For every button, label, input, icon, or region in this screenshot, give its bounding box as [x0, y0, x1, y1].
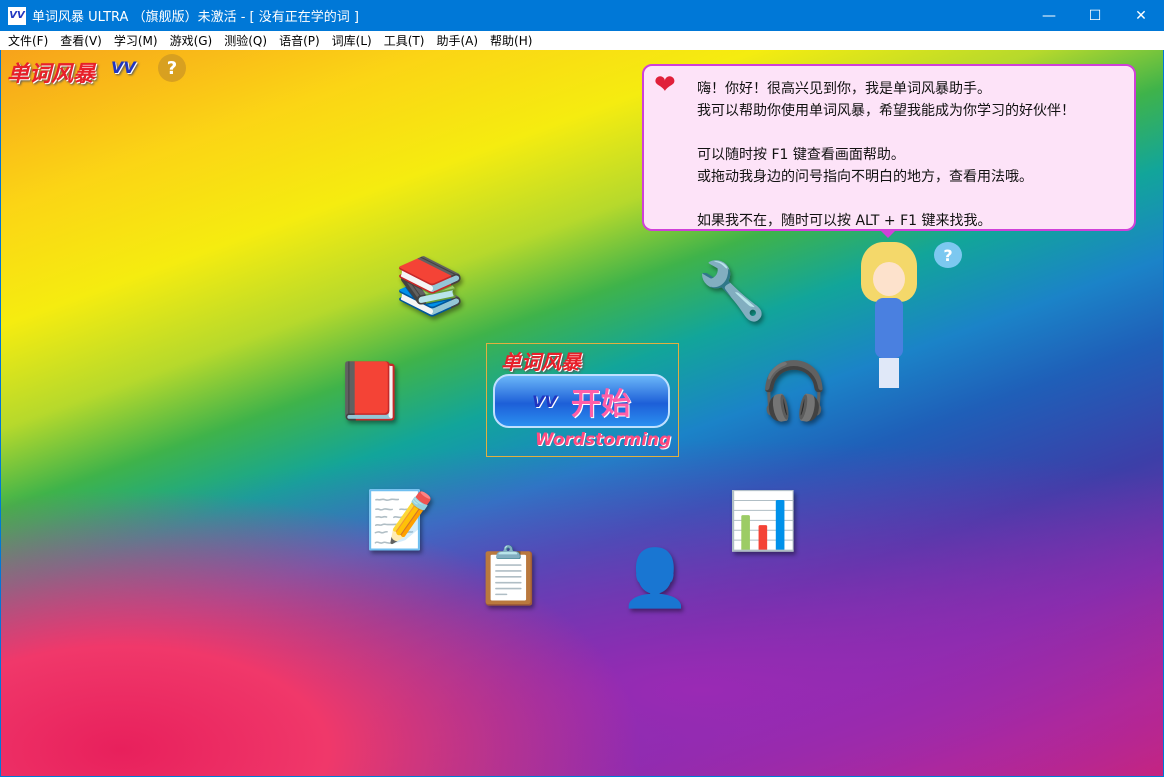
- score-report-icon[interactable]: 👤: [613, 540, 697, 616]
- menu-quiz[interactable]: 测验(Q): [218, 32, 273, 49]
- minimize-button[interactable]: —: [1026, 0, 1072, 31]
- library-icon[interactable]: 📚: [389, 250, 471, 322]
- bubble-line: 可以随时按 F1 键查看画面帮助。: [697, 147, 905, 163]
- menu-bar: 文件(F) 查看(V) 学习(M) 游戏(G) 测验(Q) 语音(P) 词库(L…: [0, 31, 1164, 50]
- assistant-speech-bubble: ❤ 嗨！你好！很高兴见到你，我是单词风暴助手。 我可以帮助你使用单词风暴，希望我…: [642, 64, 1136, 238]
- help-star-icon[interactable]: ?: [158, 54, 186, 82]
- menu-voice[interactable]: 语音(P): [273, 32, 326, 49]
- drag-question-icon[interactable]: ?: [934, 242, 962, 268]
- menu-help[interactable]: 帮助(H): [484, 32, 538, 49]
- bubble-line: 嗨！你好！很高兴见到你，我是单词风暴助手。: [697, 81, 991, 97]
- start-panel: 单词风暴 VV 开始 Wordstorming: [486, 343, 679, 457]
- heart-icon: ❤: [654, 70, 676, 100]
- bubble-line: 我可以帮助你使用单词风暴，希望我能成为你学习的好伙伴！: [697, 103, 1075, 119]
- menu-tools[interactable]: 工具(T): [378, 32, 431, 49]
- menu-assistant[interactable]: 助手(A): [430, 32, 484, 49]
- main-canvas: 单词风暴 VV ? ❤ 嗨！你好！很高兴见到你，我是单词风暴助手。 我可以帮助你…: [1, 50, 1163, 776]
- app-icon: VV: [8, 6, 26, 25]
- menu-game[interactable]: 游戏(G): [164, 32, 219, 49]
- start-label: 开始: [570, 387, 631, 422]
- bubble-line: 如果我不在，随时可以按 ALT + F1 键来找我。: [697, 213, 992, 229]
- maximize-button[interactable]: ☐: [1072, 0, 1118, 31]
- menu-file[interactable]: 文件(F): [2, 32, 54, 49]
- window-title: 单词风暴 ULTRA （旗舰版）未激活 - [ 没有正在学的词 ]: [32, 10, 359, 25]
- menu-study[interactable]: 学习(M): [108, 32, 164, 49]
- bubble-line: 或拖动我身边的问号指向不明白的地方，查看用法哦。: [697, 169, 1033, 185]
- start-brand: 单词风暴: [501, 350, 581, 374]
- statistics-icon[interactable]: 📊: [721, 482, 805, 560]
- close-button[interactable]: ✕: [1118, 0, 1164, 31]
- brand-logo: 单词风暴: [7, 62, 96, 87]
- menu-view[interactable]: 查看(V): [54, 32, 108, 49]
- brand-mark-icon: VV: [111, 58, 136, 77]
- assistant-character[interactable]: [853, 242, 925, 388]
- tools-icon[interactable]: 🔧: [691, 250, 773, 332]
- title-bar: VV 单词风暴 ULTRA （旗舰版）未激活 - [ 没有正在学的词 ] — ☐…: [0, 0, 1164, 31]
- start-button[interactable]: VV 开始: [493, 374, 670, 428]
- brand-mark-icon: VV: [532, 391, 557, 411]
- media-player-icon[interactable]: 🎧: [753, 350, 835, 432]
- word-book-icon[interactable]: 📕: [329, 350, 411, 432]
- test-icon[interactable]: 📝: [359, 482, 441, 558]
- menu-library[interactable]: 词库(L): [326, 32, 378, 49]
- start-subtitle: Wordstorming: [535, 430, 672, 450]
- study-plan-icon[interactable]: 📋: [467, 538, 551, 614]
